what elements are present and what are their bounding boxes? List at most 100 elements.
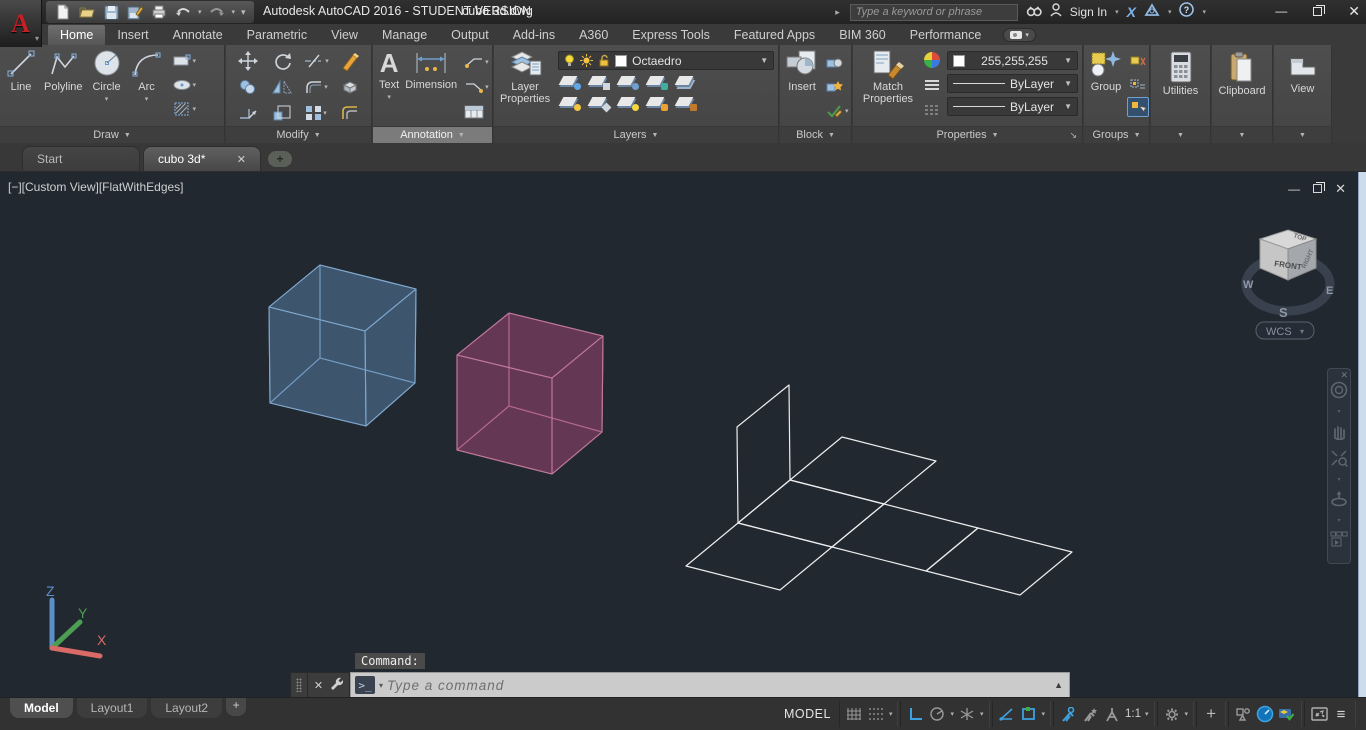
color-wheel-icon[interactable]	[923, 51, 941, 74]
lineweight-dropdown[interactable]: ByLayer ▼	[947, 74, 1078, 93]
layout-tab[interactable]: Model	[10, 698, 73, 718]
properties-dialog-launcher-icon[interactable]: ↘	[1069, 130, 1077, 141]
grid-display-toggle[interactable]	[845, 703, 863, 725]
clean-screen-toggle[interactable]	[1310, 703, 1328, 725]
ribbon-display-options-button[interactable]: ▾	[1003, 28, 1036, 42]
ribbon-tab[interactable]: Insert	[105, 25, 160, 45]
file-tab-drawing[interactable]: cubo 3d* ✕	[143, 146, 261, 171]
workspace-switching-gear[interactable]	[1163, 703, 1181, 725]
panel-label-block[interactable]: Block ▼	[780, 126, 851, 143]
copy-button[interactable]	[237, 77, 259, 97]
command-input-bar[interactable]: >_ ▾ ▲	[350, 672, 1070, 698]
open-file-icon[interactable]	[78, 3, 96, 21]
text-button[interactable]: A Text ▾	[379, 49, 399, 122]
doc-minimize-button[interactable]: —	[1288, 183, 1300, 195]
help-search-input[interactable]	[849, 3, 1018, 21]
osnap-caret-icon[interactable]: ▾	[1042, 710, 1046, 718]
cube-net-face[interactable]	[789, 436, 937, 505]
layer-isolate-button[interactable]	[558, 94, 582, 112]
new-file-icon[interactable]	[54, 3, 72, 21]
help-caret-icon[interactable]: ▾	[1202, 8, 1206, 16]
polyline-button[interactable]: Polyline	[44, 49, 83, 119]
cube-net-face[interactable]	[925, 527, 1073, 596]
layer-lock-button[interactable]	[645, 73, 669, 91]
navigation-wheel-icon[interactable]	[1330, 381, 1348, 401]
wcs-dropdown[interactable]: WCS ▾	[1255, 321, 1315, 340]
hatch-caret-icon[interactable]: ▾	[193, 105, 197, 113]
ribbon-tab[interactable]: Add-ins	[501, 25, 567, 45]
sign-in-button[interactable]: Sign In	[1070, 5, 1107, 19]
panel-label-groups[interactable]: Groups ▼	[1084, 126, 1149, 143]
line-button[interactable]: Line	[6, 49, 36, 119]
polar-tracking-toggle[interactable]	[928, 703, 946, 725]
multileader-button[interactable]	[463, 77, 485, 97]
layer-states-button[interactable]	[674, 73, 698, 91]
command-collapse-icon[interactable]: ▲	[1054, 680, 1065, 690]
cube-net-face[interactable]	[737, 479, 885, 548]
leader-button[interactable]	[463, 52, 485, 72]
redo-caret-icon[interactable]: ▾	[232, 8, 236, 16]
doc-close-button[interactable]: ✕	[1335, 182, 1346, 195]
mirror-button[interactable]	[271, 77, 293, 97]
qat-customize-icon[interactable]: ▾	[241, 7, 246, 18]
circle-button[interactable]: Circle ▾	[91, 49, 123, 119]
isodraft-caret-icon[interactable]: ▾	[980, 710, 984, 718]
layer-off-button[interactable]	[558, 73, 582, 91]
panel-label-utilities[interactable]: ▼	[1151, 126, 1210, 143]
snap-mode-toggle[interactable]	[867, 703, 885, 725]
annotation-scale-value[interactable]: 1:1	[1125, 708, 1141, 720]
panel-label-properties[interactable]: Properties ▼ ↘	[853, 126, 1082, 143]
annotation-visibility-toggle[interactable]	[1059, 703, 1077, 725]
insert-block-button[interactable]: Insert	[785, 49, 819, 121]
match-properties-button[interactable]: Match Properties	[859, 49, 917, 122]
layer-unlock-button[interactable]	[645, 94, 669, 112]
edit-attributes-button[interactable]	[823, 101, 845, 121]
annotation-monitor-toggle[interactable]	[1234, 703, 1252, 725]
ribbon-tab[interactable]: A360	[567, 25, 620, 45]
clipboard-flyout-button[interactable]: Clipboard	[1212, 45, 1272, 97]
application-menu-button[interactable]: A ▾	[0, 0, 42, 47]
panel-label-layers[interactable]: Layers ▼	[494, 126, 778, 143]
ribbon-tab[interactable]: View	[319, 25, 370, 45]
ribbon-tab[interactable]: Featured Apps	[722, 25, 827, 45]
layer-freeze-button[interactable]	[616, 73, 640, 91]
dimension-button[interactable]: Dimension	[405, 49, 457, 122]
new-layout-button[interactable]: +	[226, 698, 247, 716]
layer-match-button[interactable]	[674, 94, 698, 112]
layout-tab[interactable]: Layout2	[151, 698, 223, 718]
pan-hand-icon[interactable]	[1330, 422, 1348, 442]
explode-button[interactable]	[339, 77, 361, 97]
save-as-icon[interactable]	[126, 3, 144, 21]
ribbon-tab[interactable]: BIM 360	[827, 25, 898, 45]
units-button[interactable]	[1256, 703, 1274, 725]
array-button[interactable]: ▾	[305, 105, 327, 121]
recent-commands-caret-icon[interactable]: ▾	[379, 681, 383, 690]
ortho-mode-toggle[interactable]	[906, 703, 924, 725]
model-paper-toggle[interactable]: MODEL	[778, 707, 837, 721]
file-tab-close-icon[interactable]: ✕	[237, 153, 246, 166]
help-icon[interactable]: ?	[1179, 2, 1195, 22]
trim-button[interactable]: ▾	[303, 53, 329, 69]
layout-tab[interactable]: Layout1	[76, 698, 148, 718]
rotate-button[interactable]	[271, 51, 293, 71]
scale-button[interactable]	[271, 103, 293, 123]
workspace-caret-icon[interactable]: ▾	[1185, 710, 1189, 718]
layer-previous-button[interactable]	[587, 94, 612, 113]
object-snap-tracking-toggle[interactable]	[998, 703, 1016, 725]
group-edit-button[interactable]	[1127, 74, 1149, 94]
cube-net-face[interactable]	[831, 503, 979, 572]
restore-button[interactable]	[1313, 4, 1326, 16]
circle-flyout-caret-icon[interactable]: ▾	[105, 95, 109, 103]
ribbon-tab[interactable]: Home	[48, 25, 106, 45]
group-button[interactable]: Group	[1089, 49, 1123, 117]
navbar-close-icon[interactable]: ✕	[1340, 370, 1348, 381]
search-binoculars-icon[interactable]	[1026, 3, 1042, 22]
close-button[interactable]: ✕	[1348, 4, 1360, 18]
cube-net-face[interactable]	[685, 522, 833, 591]
zoom-extents-icon[interactable]	[1330, 449, 1349, 469]
solid-cube-blue[interactable]	[268, 264, 417, 427]
command-prompt-icon[interactable]: >_	[355, 676, 375, 694]
ungroup-button[interactable]	[1127, 51, 1149, 71]
viewport-controls-label[interactable]: [−][Custom View][FlatWithEdges]	[8, 180, 184, 194]
linetype-dropdown[interactable]: ByLayer ▼	[947, 97, 1078, 116]
